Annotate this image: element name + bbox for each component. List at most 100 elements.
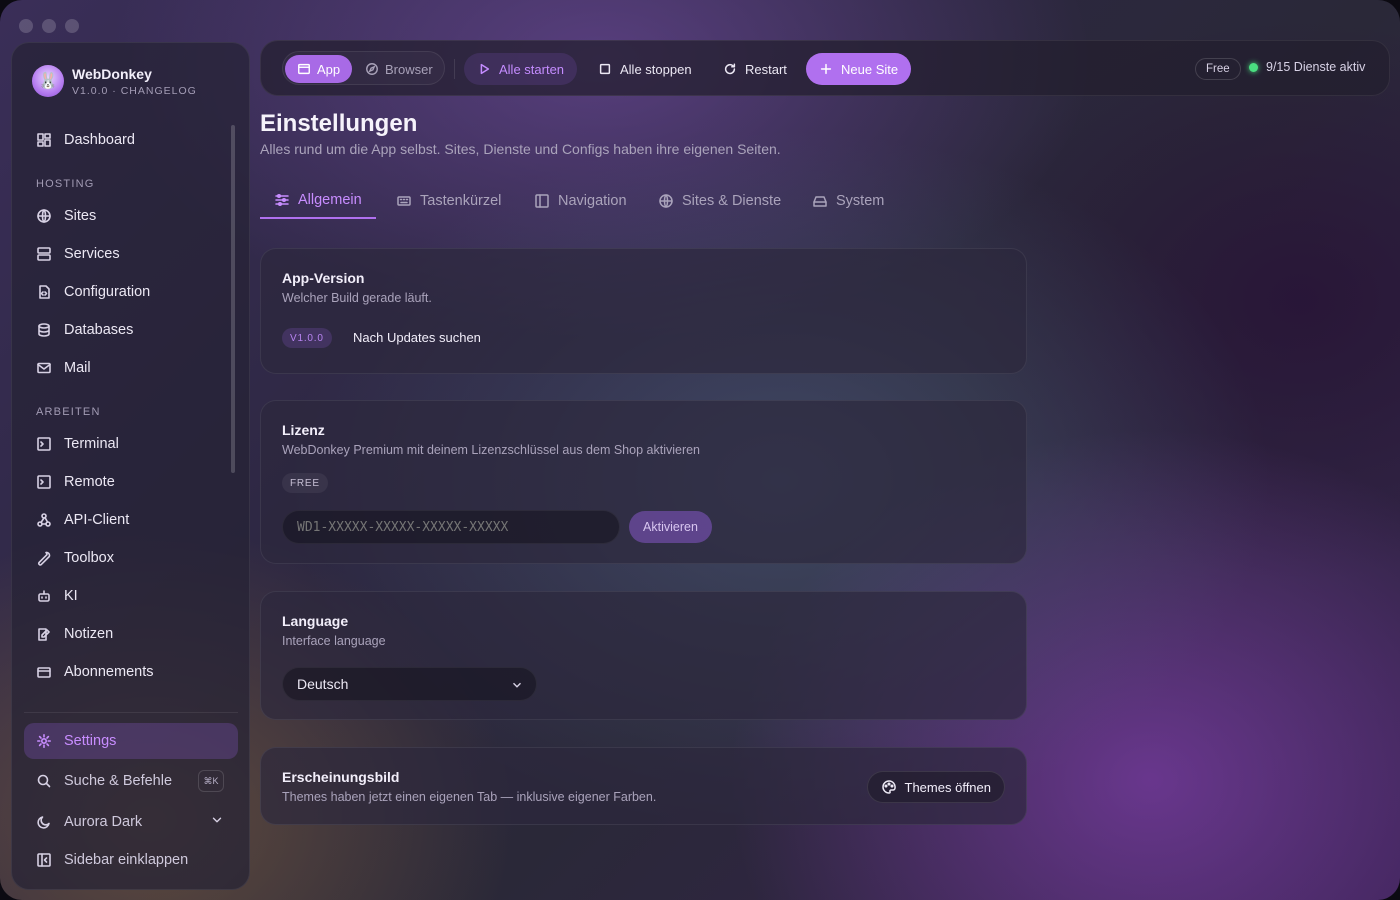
sidebar-item-label: Abonnements xyxy=(64,664,154,680)
sidebar-item-label: Databases xyxy=(64,322,134,338)
sidebar-item-search[interactable]: Suche & Befehle ⌘K xyxy=(24,764,238,798)
play-icon xyxy=(480,63,490,75)
tab-label: Sites & Dienste xyxy=(682,192,782,209)
sidebar-item-sites[interactable]: Sites xyxy=(24,199,238,233)
credit-card-icon xyxy=(36,664,52,680)
start-all-button[interactable]: Alle starten xyxy=(464,53,578,85)
globe-icon xyxy=(659,193,673,208)
sidebar-item-toolbox[interactable]: Toolbox xyxy=(24,541,238,575)
card-title: Erscheinungsbild xyxy=(282,769,400,785)
browser-mode-label: Browser xyxy=(385,61,433,77)
version-badge: V1.0.0 xyxy=(282,328,332,348)
sidebar-item-label: KI xyxy=(64,588,78,604)
sidebar-item-remote[interactable]: Remote xyxy=(24,465,238,499)
card-description: Welcher Build gerade läuft. xyxy=(282,291,432,305)
sidebar-item-label: Toolbox xyxy=(64,550,114,566)
card-description: Interface language xyxy=(282,634,386,648)
sidebar-item-ki[interactable]: KI xyxy=(24,579,238,613)
license-status-badge: FREE xyxy=(282,473,328,493)
sidebar-divider xyxy=(24,712,238,713)
search-shortcut-hint: ⌘K xyxy=(198,770,224,792)
page-title: Einstellungen xyxy=(260,110,418,137)
sidebar-item-abonnements[interactable]: Abonnements xyxy=(24,655,238,689)
section-label-hosting: HOSTING xyxy=(36,178,95,190)
globe-icon xyxy=(36,208,52,224)
plus-icon xyxy=(820,63,832,75)
restart-button[interactable]: Restart xyxy=(710,53,800,85)
browser-mode-button[interactable]: Browser xyxy=(353,55,445,83)
sidebar-item-label: Notizen xyxy=(64,626,114,642)
app-mode-button[interactable]: App xyxy=(285,55,353,83)
sidebar-item-dashboard[interactable]: Dashboard xyxy=(24,123,238,157)
stop-icon xyxy=(599,63,611,75)
sidebar-item-label: Sites xyxy=(64,208,97,224)
new-site-label: Neue Site xyxy=(841,61,899,77)
tab-label: Allgemein xyxy=(298,191,362,208)
sidebar-item-configuration[interactable]: Configuration xyxy=(24,275,238,309)
server-icon xyxy=(36,246,52,262)
top-toolbar: App Browser Alle starten Alle stoppen Re… xyxy=(260,40,1390,96)
sidebar-item-label: Suche & Befehle xyxy=(64,773,173,789)
tab-navigation[interactable]: Navigation xyxy=(520,182,641,219)
remote-terminal-icon xyxy=(36,474,52,490)
card-title: Language xyxy=(282,613,349,629)
plan-badge: Free xyxy=(1195,58,1241,80)
sidebar-item-label: API-Client xyxy=(64,512,130,528)
sidebar-item-label: Mail xyxy=(64,360,91,376)
panel-left-icon xyxy=(535,193,549,208)
donkey-logo-icon: 🐰 xyxy=(32,65,64,97)
sidebar-item-terminal[interactable]: Terminal xyxy=(24,427,238,461)
sidebar-item-label: Settings xyxy=(64,733,117,749)
tab-allgemein[interactable]: Allgemein xyxy=(260,182,376,219)
tab-tastenkuerzel[interactable]: Tastenkürzel xyxy=(382,182,515,219)
tab-sites-dienste[interactable]: Sites & Dienste xyxy=(644,182,795,219)
sidebar-item-settings[interactable]: Settings xyxy=(24,723,238,759)
license-key-input[interactable] xyxy=(282,510,620,544)
restart-label: Restart xyxy=(745,61,787,77)
close-window-button[interactable] xyxy=(19,19,33,33)
search-icon xyxy=(36,773,52,789)
sidebar-item-label: Remote xyxy=(64,474,115,490)
page-subtitle: Alles rund um die App selbst. Sites, Die… xyxy=(260,141,781,157)
sidebar-item-label: Configuration xyxy=(64,284,151,300)
tab-system[interactable]: System xyxy=(798,182,898,219)
open-themes-label: Themes öffnen xyxy=(904,779,991,795)
sidebar-item-mail[interactable]: Mail xyxy=(24,351,238,385)
card-description: WebDonkey Premium mit deinem Lizenzschlü… xyxy=(282,443,701,457)
open-themes-button[interactable]: Themes öffnen xyxy=(866,771,1005,803)
card-description: Themes haben jetzt einen eigenen Tab — i… xyxy=(282,790,657,804)
sidebar: 🐰 WebDonkey V1.0.0 · CHANGELOG Dashboard… xyxy=(11,42,250,890)
window-controls xyxy=(19,19,79,33)
sidebar-item-label: Terminal xyxy=(64,436,119,452)
language-select[interactable]: Deutsch xyxy=(282,667,537,701)
app-version-changelog[interactable]: V1.0.0 · CHANGELOG xyxy=(72,85,197,97)
card-title: Lizenz xyxy=(282,422,325,438)
card-language: Language Interface language Deutsch xyxy=(260,591,1027,720)
moon-icon xyxy=(36,814,52,830)
activate-license-button[interactable]: Aktivieren xyxy=(629,511,712,543)
card-title: App-Version xyxy=(282,270,365,286)
stop-all-button[interactable]: Alle stoppen xyxy=(585,53,705,85)
card-appearance: Erscheinungsbild Themes haben jetzt eine… xyxy=(260,747,1027,825)
sidebar-item-services[interactable]: Services xyxy=(24,237,238,271)
sliders-icon xyxy=(275,193,289,206)
new-site-button[interactable]: Neue Site xyxy=(806,53,912,85)
sidebar-collapse-icon xyxy=(36,852,52,868)
theme-selector[interactable]: Aurora Dark xyxy=(24,805,238,839)
minimize-window-button[interactable] xyxy=(42,19,56,33)
brand[interactable]: 🐰 WebDonkey V1.0.0 · CHANGELOG xyxy=(32,65,197,97)
sidebar-item-databases[interactable]: Databases xyxy=(24,313,238,347)
zoom-window-button[interactable] xyxy=(65,19,79,33)
database-icon xyxy=(36,322,52,338)
stop-all-label: Alle stoppen xyxy=(620,61,692,77)
tab-label: Navigation xyxy=(558,192,627,209)
status-dot-icon xyxy=(1249,62,1258,72)
collapse-sidebar-button[interactable]: Sidebar einklappen xyxy=(24,843,238,877)
tab-label: Tastenkürzel xyxy=(420,192,502,209)
services-status[interactable]: 9/15 Dienste aktiv xyxy=(1249,60,1365,74)
sidebar-item-notizen[interactable]: Notizen xyxy=(24,617,238,651)
sidebar-item-api-client[interactable]: API-Client xyxy=(24,503,238,537)
app-name: WebDonkey xyxy=(72,65,152,82)
check-updates-button[interactable]: Nach Updates suchen xyxy=(353,330,481,345)
palette-icon xyxy=(881,780,896,794)
